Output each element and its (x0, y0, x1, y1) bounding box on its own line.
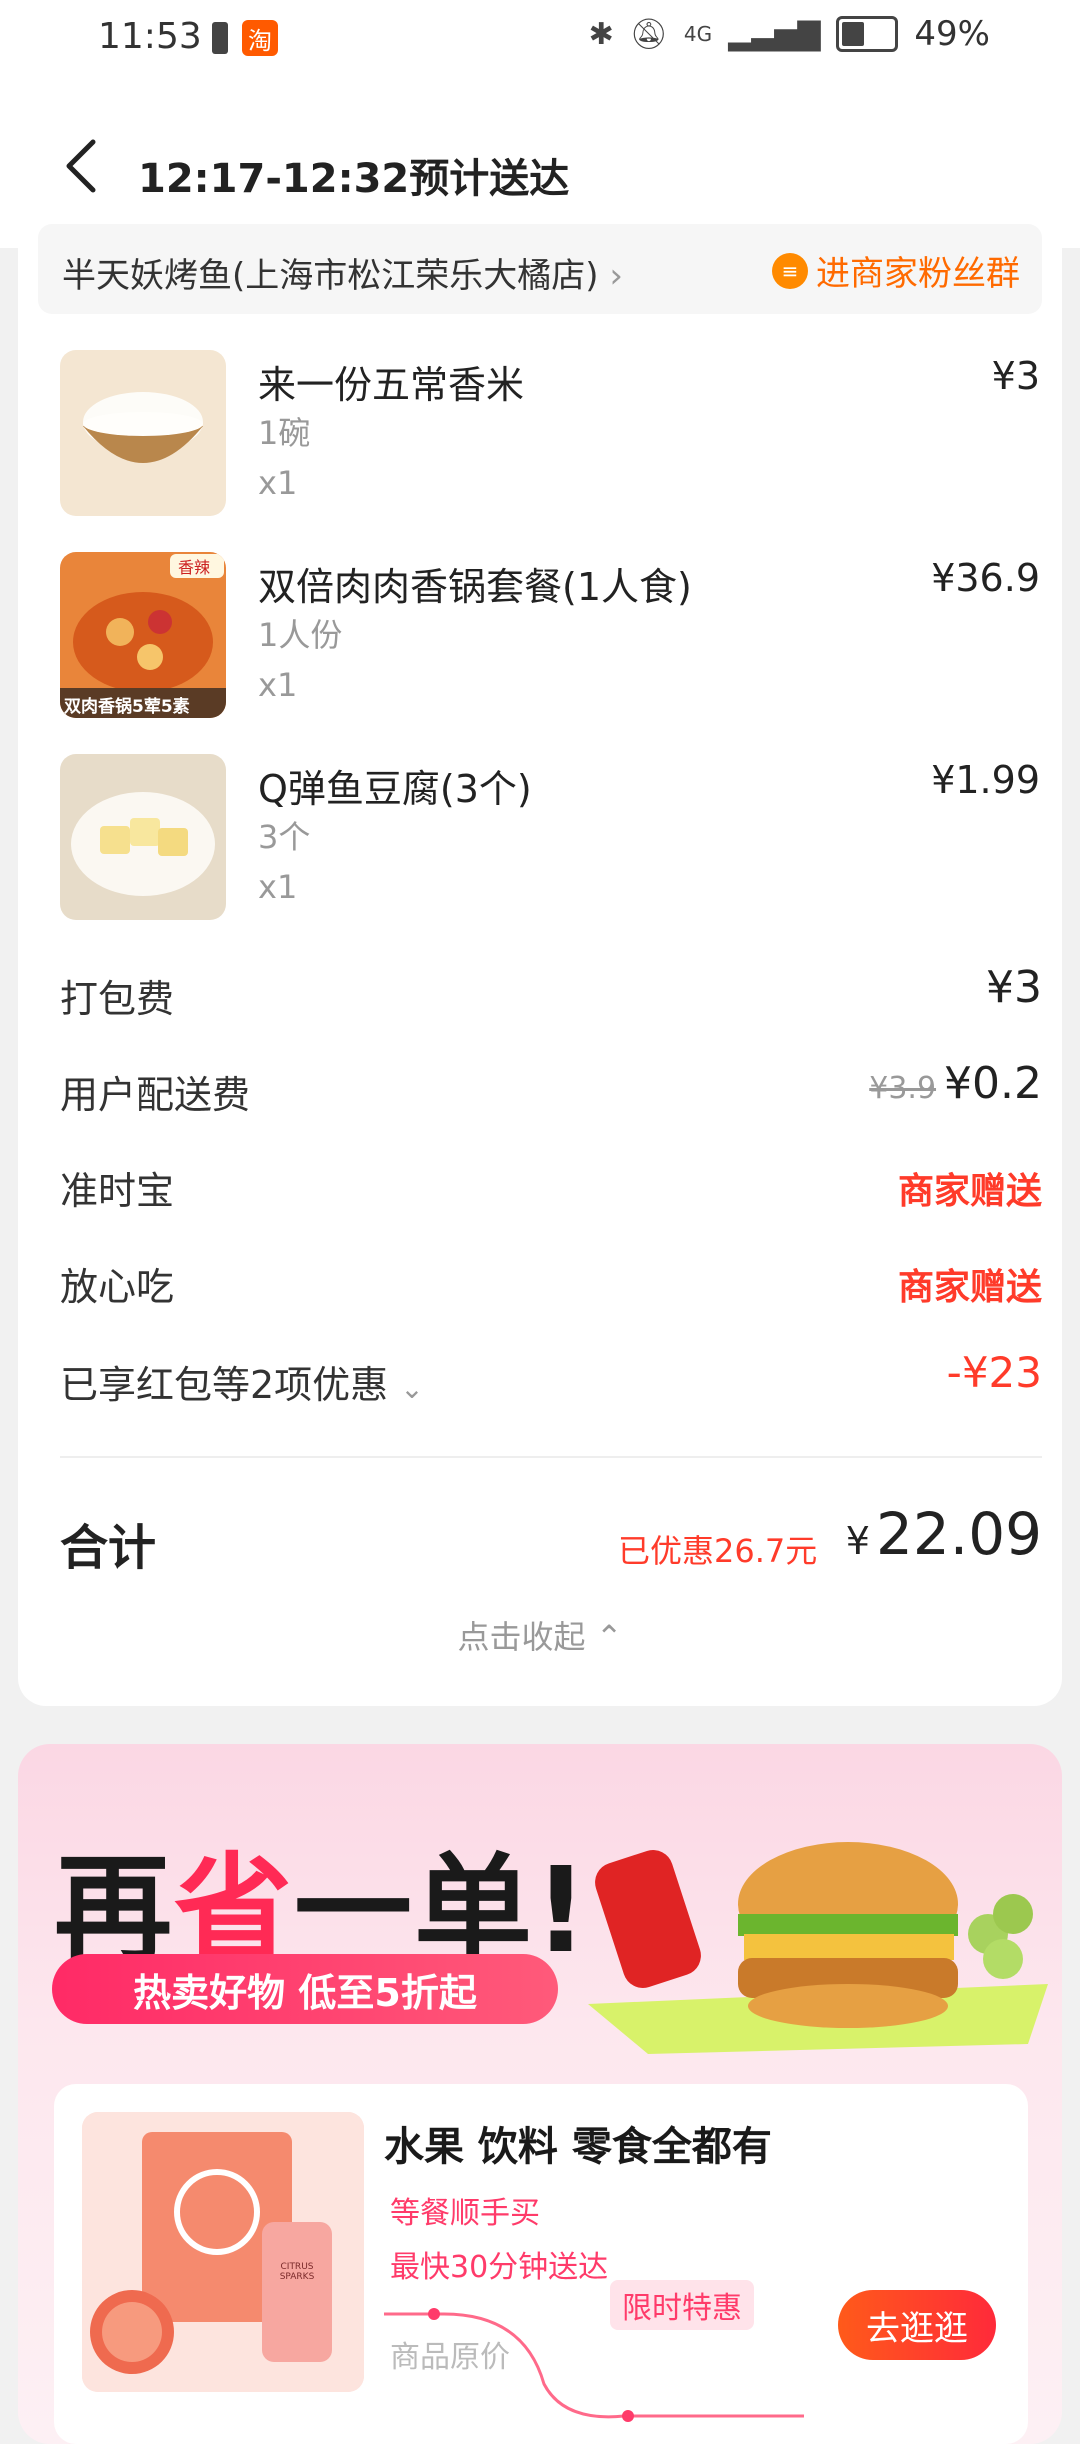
item-qty: x1 (258, 464, 298, 502)
collapse-button[interactable]: 点击收起 ⌃ (18, 1612, 1062, 1658)
safe-eat-label: 放心吃 (60, 1265, 175, 1309)
item-name: 来一份五常香米 (258, 363, 525, 407)
discount-row[interactable]: 已享红包等2项优惠 ⌄ -¥23 (60, 1342, 1042, 1412)
hotpot-thumbnail: 香辣 双肉香锅5荤5素 (60, 552, 226, 718)
chat-icon: ≡ (772, 252, 808, 289)
discount-value: -¥23 (946, 1348, 1042, 1397)
item-name: Q弹鱼豆腐(3个) (258, 767, 532, 811)
thumb-badge: 香辣 (178, 558, 211, 577)
order-item[interactable]: 来一份五常香米 1碗 x1 ¥3 (60, 350, 1060, 520)
delivery-fee-original: ¥3.9 (869, 1071, 937, 1106)
battery-saver-icon (212, 22, 228, 54)
shop-now-button[interactable]: 去逛逛 (838, 2290, 996, 2360)
item-price: ¥36.9 (931, 556, 1040, 600)
item-spec: 1碗 (258, 414, 311, 452)
packing-fee-label: 打包费 (60, 977, 175, 1021)
snacks-image: CITRUS SPARKS (82, 2112, 364, 2392)
on-time-value: 商家赠送 (897, 1171, 1042, 1212)
chevron-up-icon: ⌃ (595, 1618, 623, 1656)
promo-card-title: 水果 饮料 零食全都有 (384, 2124, 772, 2170)
bluetooth-icon: ✱ (588, 16, 614, 52)
limited-offer-badge: 限时特惠 (610, 2280, 754, 2330)
promo-line2: 最快30分钟送达 (390, 2250, 609, 2285)
header: 12:17-12:32预计送达 (0, 80, 1080, 248)
delivery-fee-row: 用户配送费 ¥3.9 ¥0.2 (60, 1052, 1042, 1122)
item-name: 双倍肉肉香锅套餐(1人食) (258, 565, 692, 609)
discount-label: 已享红包等2项优惠 (60, 1363, 389, 1407)
safe-eat-value: 商家赠送 (897, 1267, 1042, 1308)
original-price-label: 商品原价 (390, 2340, 510, 2375)
status-bar: 11:53 淘 ✱ 🔕︎ 4G ▂▃▅▇ 49% (0, 0, 1080, 80)
delivery-fee-label: 用户配送费 (60, 1073, 251, 1117)
burger-drink-illustration (588, 1842, 1048, 2054)
item-price: ¥3 (991, 354, 1040, 398)
delivery-fee-value: ¥0.2 (944, 1058, 1042, 1109)
status-time: 11:53 (98, 16, 202, 57)
store-bar: 半天妖烤鱼(上海市松江荣乐大橘店) › ≡ 进商家粉丝群 (38, 224, 1042, 314)
battery-icon (836, 16, 899, 52)
taobao-notification-icon: 淘 (242, 20, 278, 56)
order-item[interactable]: 香辣 双肉香锅5荤5素 双倍肉肉香锅套餐(1人食) 1人份 x1 ¥36.9 (60, 552, 1060, 722)
on-time-row: 准时宝 商家赠送 (60, 1148, 1042, 1218)
fan-group-label: 进商家粉丝群 (816, 254, 1020, 294)
fan-group-button[interactable]: ≡ 进商家粉丝群 (772, 246, 1020, 295)
item-qty: x1 (258, 868, 298, 906)
divider (60, 1456, 1042, 1458)
chevron-down-icon: ⌄ (400, 1372, 424, 1405)
store-name-link[interactable]: 半天妖烤鱼(上海市松江荣乐大橘店) › (62, 248, 623, 297)
promo-pill: 热卖好物 低至5折起 (52, 1954, 558, 2024)
item-qty: x1 (258, 666, 298, 704)
can-label: CITRUS SPARKS (279, 2262, 315, 2282)
thumb-caption: 双肉香锅5荤5素 (64, 697, 190, 717)
item-spec: 1人份 (258, 616, 343, 654)
promo-card[interactable]: CITRUS SPARKS 水果 饮料 零食全都有 等餐顺手买 最快30分钟送达… (54, 2084, 1028, 2444)
mute-icon: 🔕︎ (629, 16, 668, 52)
battery-percent: 49% (914, 14, 990, 54)
page-title: 12:17-12:32预计送达 (138, 156, 570, 202)
chevron-left-icon (66, 139, 96, 193)
chevron-right-icon: › (609, 256, 623, 296)
back-button[interactable] (56, 136, 104, 196)
promo-line1: 等餐顺手买 (390, 2196, 540, 2231)
item-price: ¥1.99 (931, 758, 1040, 802)
packing-fee-value: ¥3 (986, 962, 1042, 1013)
promo-banner: 再省一单! 热卖好物 低至5折起 CITRUS SPARKS 水果 饮料 零食全… (18, 1744, 1062, 2444)
packing-fee-row: 打包费 ¥3 (60, 956, 1042, 1026)
signal-icon: ▂▃▅▇ (728, 16, 821, 52)
item-spec: 3个 (258, 818, 311, 856)
total-label: 合计 (60, 1520, 157, 1576)
order-item[interactable]: Q弹鱼豆腐(3个) 3个 x1 ¥1.99 (60, 754, 1060, 924)
saved-amount: 已优惠26.7元 (618, 1532, 818, 1570)
on-time-label: 准时宝 (60, 1169, 175, 1213)
rice-thumbnail (60, 350, 226, 516)
total-amount: 22.09 (875, 1500, 1042, 1568)
safe-eat-row: 放心吃 商家赠送 (60, 1244, 1042, 1314)
fish-tofu-thumbnail (60, 754, 226, 920)
total-currency: ¥ (845, 1519, 870, 1563)
network-type: 4G (683, 22, 713, 46)
order-card: 半天妖烤鱼(上海市松江荣乐大橘店) › ≡ 进商家粉丝群 来一份五常香米 1碗 … (18, 224, 1062, 1706)
